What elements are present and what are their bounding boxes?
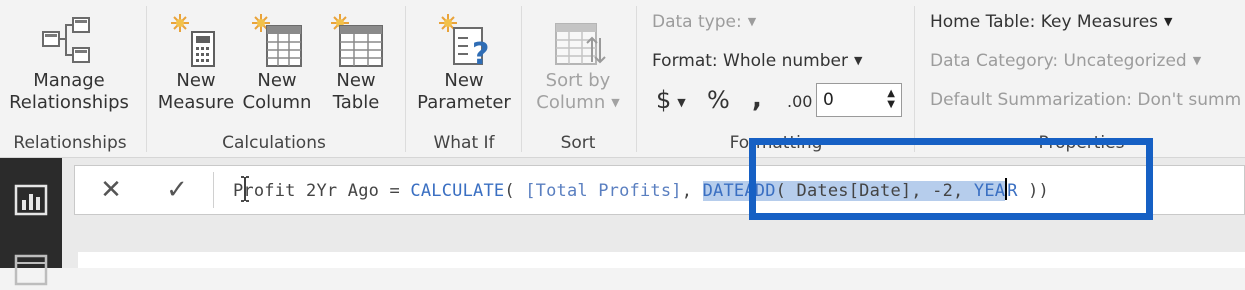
percent-icon: % — [707, 86, 730, 114]
chevron-down-icon: ▼ — [1192, 54, 1202, 67]
svg-text:?: ? — [472, 37, 489, 70]
new-parameter-icon: ? — [414, 4, 514, 70]
calculations-group-label: Calculations — [222, 133, 326, 153]
formula-function-calculate: CALCULATE — [410, 181, 505, 201]
group-divider — [521, 6, 522, 152]
formula-divider — [213, 172, 214, 208]
annotation-highlight-box — [749, 138, 1153, 220]
thousands-separator-button[interactable]: , — [752, 84, 762, 114]
new-parameter-label-1: New — [444, 70, 484, 91]
commit-icon: ✓ — [166, 175, 188, 205]
chevron-down-icon: ▼ — [747, 15, 757, 28]
sort-group: Sort by Column ▼ Sort — [524, 0, 632, 157]
data-type-label: Data type: — [652, 12, 742, 32]
new-measure-label-1: New — [176, 70, 216, 91]
new-measure-label-2: Measure — [157, 92, 235, 113]
sort-label-1: Sort by — [545, 70, 611, 91]
home-table-label: Home Table: Key Measures — [930, 12, 1159, 32]
relationships-group-label: Relationships — [13, 133, 127, 153]
cancel-button[interactable]: ✕ — [95, 174, 127, 206]
currency-dropdown[interactable]: $ ▼ — [656, 86, 686, 114]
new-column-label-1: New — [257, 70, 297, 91]
what-if-group: ? New Parameter What If — [410, 0, 518, 157]
report-canvas — [78, 252, 1245, 268]
chevron-down-icon: ▼ — [853, 54, 863, 67]
sort-label-2-text: Column — [536, 92, 606, 113]
new-column-icon — [238, 4, 316, 70]
new-parameter-button[interactable]: ? New Parameter — [414, 4, 514, 114]
stepper-arrows-icon[interactable]: ▲ ▼ — [887, 88, 895, 110]
home-table-dropdown[interactable]: Home Table: Key Measures ▼ — [930, 12, 1173, 32]
cancel-icon: ✕ — [100, 175, 122, 205]
percent-button[interactable]: % — [707, 86, 730, 114]
sort-group-label: Sort — [560, 133, 596, 153]
new-table-label-2: Table — [332, 92, 380, 113]
default-summarization-dropdown[interactable]: Default Summarization: Don't summ — [930, 90, 1241, 110]
data-category-label: Data Category: Uncategorized — [930, 51, 1187, 71]
report-view-icon[interactable] — [14, 184, 48, 216]
new-column-button[interactable]: New Column — [238, 4, 316, 114]
formula-paren-open: ( — [504, 181, 526, 201]
new-measure-icon — [156, 4, 236, 70]
format-label: Format: Whole number — [652, 51, 848, 71]
relationships-group: Manage Relationships Relationships — [0, 0, 140, 157]
chevron-down-icon: ▼ — [611, 96, 620, 109]
default-summarization-label: Default Summarization: Don't summ — [930, 90, 1242, 110]
manage-relationships-button[interactable]: Manage Relationships — [4, 4, 134, 114]
ibeam-cursor-icon — [240, 176, 250, 206]
decimal-places-value: 0 — [823, 90, 834, 110]
group-divider — [405, 6, 406, 152]
sort-by-column-button[interactable]: Sort by Column ▼ — [528, 4, 628, 114]
group-divider — [914, 6, 915, 152]
chevron-down-icon: ▼ — [1164, 15, 1173, 28]
sort-label-2: Column ▼ — [528, 92, 628, 114]
data-category-dropdown[interactable]: Data Category: Uncategorized ▼ — [930, 51, 1201, 71]
data-view-icon[interactable] — [14, 254, 48, 286]
comma-icon: , — [752, 84, 762, 114]
decimal-places-stepper[interactable]: 0 ▲ ▼ — [816, 83, 902, 117]
group-divider — [636, 6, 637, 152]
new-parameter-label-2: Parameter — [417, 92, 511, 113]
decimal-places-icon: .00 — [787, 92, 812, 111]
format-dropdown[interactable]: Format: Whole number ▼ — [652, 51, 862, 71]
group-divider — [146, 6, 147, 152]
data-type-dropdown[interactable]: Data type: ▼ — [652, 12, 756, 32]
formula-separator: , — [681, 181, 703, 201]
what-if-group-label: What If — [433, 133, 495, 153]
currency-icon: $ — [656, 86, 672, 114]
new-table-label-1: New — [336, 70, 376, 91]
ribbon: Manage Relationships Relationships New M… — [0, 0, 1245, 158]
formula-measure-ref: [Total Profits] — [525, 181, 682, 201]
commit-button[interactable]: ✓ — [161, 174, 193, 206]
formula-text-name: Profit 2Yr Ago = — [233, 181, 411, 201]
decimal-places-glyph: .00 — [787, 92, 813, 111]
new-measure-button[interactable]: New Measure — [156, 4, 236, 114]
manage-label-2: Relationships — [9, 92, 129, 113]
new-table-icon — [318, 4, 394, 70]
view-switcher-rail — [0, 158, 62, 286]
sort-by-column-icon — [528, 4, 628, 70]
new-table-button[interactable]: New Table — [318, 4, 394, 114]
manage-relationships-icon — [4, 4, 134, 70]
manage-label-1: Manage — [33, 70, 105, 91]
chevron-down-icon: ▼ — [677, 96, 686, 109]
calculations-group: New Measure New Column New Table Calcula… — [150, 0, 398, 157]
new-column-label-2: Column — [242, 92, 312, 113]
